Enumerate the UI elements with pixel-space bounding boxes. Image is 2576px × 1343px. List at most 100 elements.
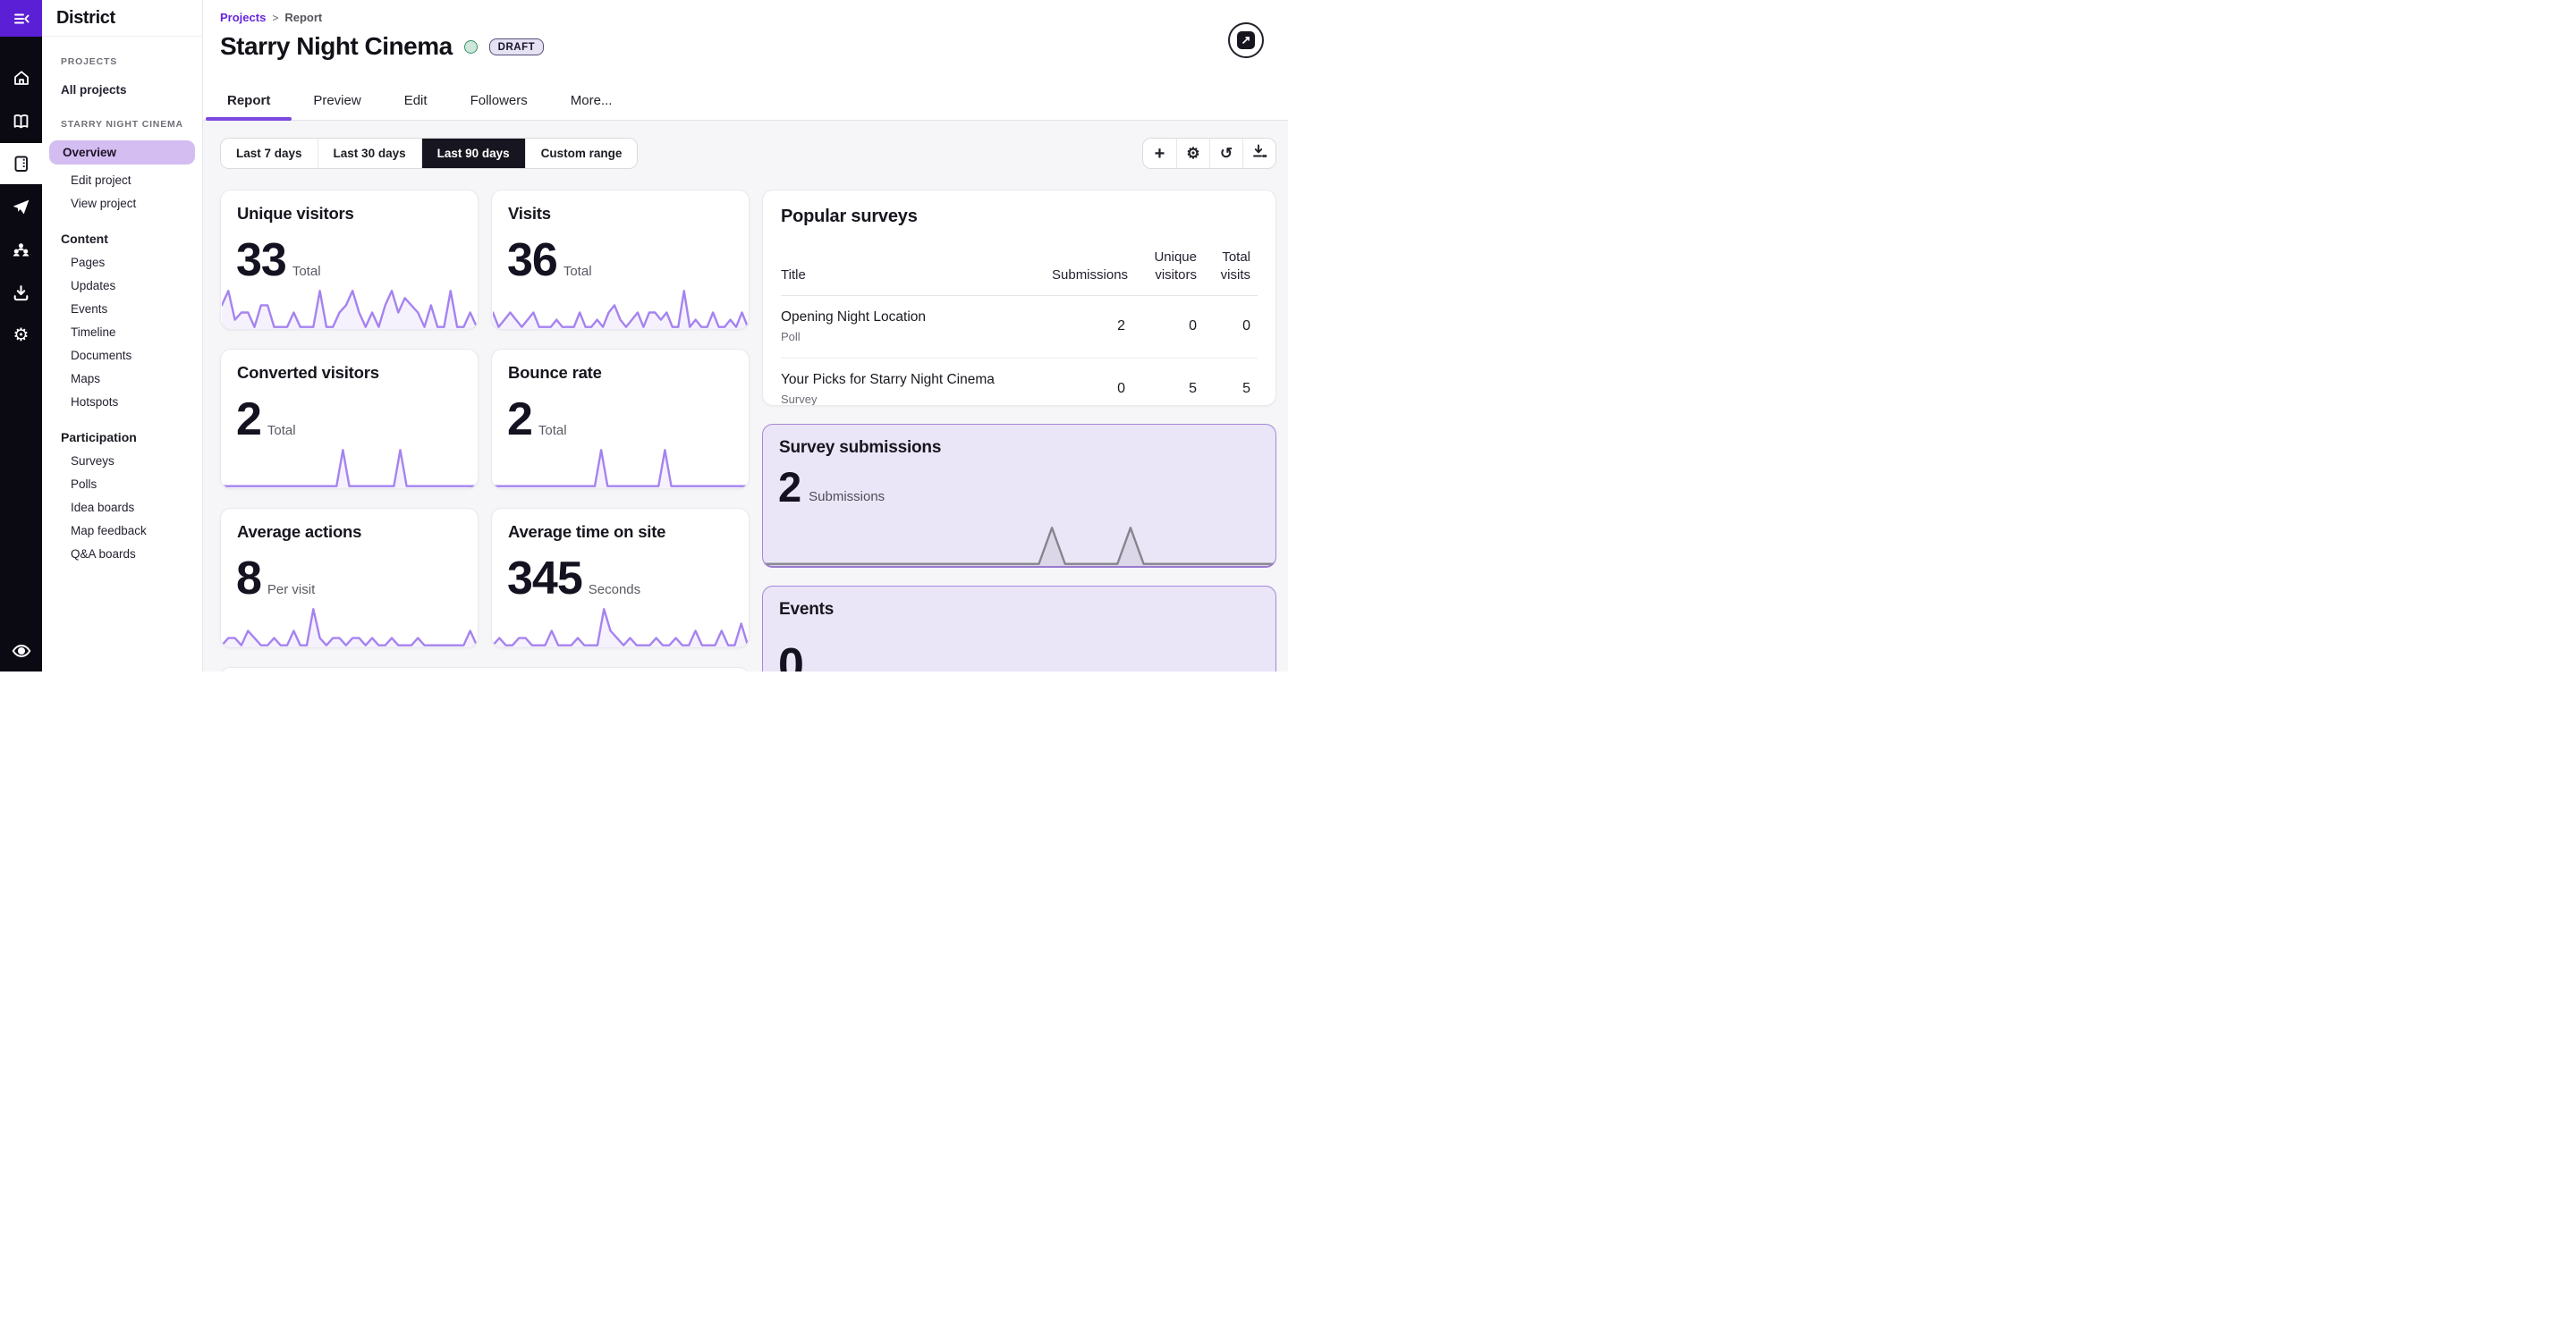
sidebar-item-polls[interactable]: Polls — [42, 472, 202, 495]
sidebar-item-surveys[interactable]: Surveys — [42, 449, 202, 472]
card-title: Average actions — [237, 522, 462, 542]
gear-icon: ⚙ — [1186, 146, 1199, 161]
date-range-control: Last 7 days Last 30 days Last 90 days Cu… — [220, 138, 638, 169]
rail-item-exports[interactable] — [0, 272, 42, 313]
events-value: 0 — [778, 642, 804, 672]
main-area: Projects > Report Starry Night Cinema DR… — [203, 0, 1288, 672]
rail-item-community[interactable] — [0, 229, 42, 270]
breadcrumb-projects-link[interactable]: Projects — [220, 11, 266, 24]
download-tray-icon — [11, 283, 31, 303]
sidebar-nav: Projects All projects Starry Night Cinem… — [42, 37, 202, 565]
icon-rail: ⚙ — [0, 0, 42, 672]
sidebar-item-idea-boards[interactable]: Idea boards — [42, 495, 202, 519]
download-report-button[interactable] — [1242, 139, 1275, 168]
breadcrumb-separator-icon: > — [272, 12, 278, 24]
converted-unit: Total — [267, 423, 296, 438]
survey-submissions-value: 0 — [1052, 381, 1138, 397]
range-last-30-days[interactable]: Last 30 days — [318, 139, 421, 168]
dashboard-grid: Unique visitors 33 Total Visits 36 Total — [220, 190, 1276, 672]
bounce-value: 2 — [507, 396, 532, 443]
rail-item-reports[interactable] — [0, 143, 42, 184]
right-column: Popular surveys Title Submissions Unique… — [762, 190, 1276, 672]
external-link-icon: ↗ — [1237, 31, 1255, 49]
survey-total-value: 0 — [1206, 318, 1258, 334]
sidebar-item-documents[interactable]: Documents — [42, 343, 202, 367]
sidebar-item-pages[interactable]: Pages — [42, 250, 202, 274]
app-logo: District — [56, 8, 115, 29]
card-converted-visitors: Converted visitors 2 Total — [220, 349, 479, 489]
survey-row-title: Opening Night Location — [781, 309, 1052, 325]
collapse-sidebar-button[interactable] — [0, 0, 42, 37]
tab-more[interactable]: More... — [549, 93, 634, 120]
card-title: Converted visitors — [237, 363, 462, 383]
report-content: Last 7 days Last 30 days Last 90 days Cu… — [203, 121, 1288, 672]
unique-visitors-value: 33 — [236, 237, 286, 283]
group-icon — [11, 240, 31, 260]
rail-item-send[interactable] — [0, 186, 42, 227]
sidebar-item-hotspots[interactable]: Hotspots — [42, 390, 202, 413]
range-last-7-days[interactable]: Last 7 days — [221, 139, 318, 168]
add-widget-button[interactable]: + — [1143, 139, 1176, 168]
card-partially-visible — [220, 667, 750, 672]
visits-sparkline — [493, 287, 748, 329]
avg-actions-value: 8 — [236, 555, 261, 602]
col-total-visits: Total visits — [1206, 249, 1258, 283]
converted-sparkline — [222, 446, 477, 488]
tab-report[interactable]: Report — [206, 93, 292, 120]
survey-row-type: Survey — [781, 393, 1052, 406]
card-visits: Visits 36 Total — [491, 190, 750, 330]
page-header: Projects > Report Starry Night Cinema DR… — [203, 0, 1288, 121]
tab-edit[interactable]: Edit — [383, 93, 449, 120]
gear-icon: ⚙ — [13, 326, 30, 344]
sidebar-item-updates[interactable]: Updates — [42, 274, 202, 297]
avg-time-sparkline — [493, 605, 748, 647]
avg-time-value: 345 — [507, 555, 582, 602]
sidebar: District Projects All projects Starry Ni… — [42, 0, 203, 672]
stats-grid: Unique visitors 33 Total Visits 36 Total — [220, 190, 750, 672]
avg-actions-unit: Per visit — [267, 582, 315, 597]
sidebar-item-view-project[interactable]: View project — [42, 191, 202, 215]
sidebar-item-maps[interactable]: Maps — [42, 367, 202, 390]
sidebar-item-edit-project[interactable]: Edit project — [42, 168, 202, 191]
open-project-button[interactable]: ↗ — [1228, 22, 1264, 58]
sidebar-item-map-feedback[interactable]: Map feedback — [42, 519, 202, 542]
survey-total-value: 5 — [1206, 381, 1258, 397]
paper-plane-icon — [11, 197, 31, 217]
breadcrumb-current: Report — [284, 11, 322, 24]
rail-item-settings[interactable]: ⚙ — [0, 315, 42, 356]
card-survey-submissions: Survey submissions 2 Submissions — [762, 424, 1276, 568]
rail-item-library[interactable] — [0, 100, 42, 141]
rail-item-preview-mode[interactable] — [0, 630, 42, 672]
tab-bar: Report Preview Edit Followers More... — [206, 93, 633, 120]
card-title: Unique visitors — [237, 204, 462, 224]
refresh-button[interactable]: ↺ — [1209, 139, 1242, 168]
sidebar-item-timeline[interactable]: Timeline — [42, 320, 202, 343]
tab-preview[interactable]: Preview — [292, 93, 382, 120]
bounce-sparkline — [493, 446, 748, 488]
card-bounce-rate: Bounce rate 2 Total — [491, 349, 750, 489]
home-icon — [12, 68, 31, 88]
tab-followers[interactable]: Followers — [449, 93, 549, 120]
journal-icon — [12, 154, 31, 173]
breadcrumb: Projects > Report — [220, 11, 322, 24]
range-last-90-days[interactable]: Last 90 days — [421, 139, 525, 168]
col-submissions: Submissions — [1052, 266, 1138, 284]
project-section-label: Starry Night Cinema — [42, 119, 202, 130]
sidebar-item-overview[interactable]: Overview — [49, 140, 195, 165]
card-title: Average time on site — [508, 522, 733, 542]
table-row[interactable]: Opening Night Location Poll 2 0 0 — [781, 296, 1258, 359]
events-unit: Registrations — [811, 670, 890, 672]
card-popular-surveys: Popular surveys Title Submissions Unique… — [762, 190, 1276, 406]
sidebar-item-qa-boards[interactable]: Q&A boards — [42, 542, 202, 565]
survey-submissions-title: Survey submissions — [779, 438, 1259, 458]
table-row[interactable]: Your Picks for Starry Night Cinema Surve… — [781, 359, 1258, 406]
range-custom[interactable]: Custom range — [525, 139, 638, 168]
rail-item-home[interactable] — [0, 57, 42, 98]
visits-value: 36 — [507, 237, 557, 283]
events-title: Events — [779, 600, 1259, 620]
sidebar-item-events[interactable]: Events — [42, 297, 202, 320]
report-settings-button[interactable]: ⚙ — [1176, 139, 1209, 168]
sidebar-item-all-projects[interactable]: All projects — [42, 78, 202, 101]
visits-unit: Total — [564, 264, 592, 279]
card-events: Events 0 Registrations — [762, 586, 1276, 672]
